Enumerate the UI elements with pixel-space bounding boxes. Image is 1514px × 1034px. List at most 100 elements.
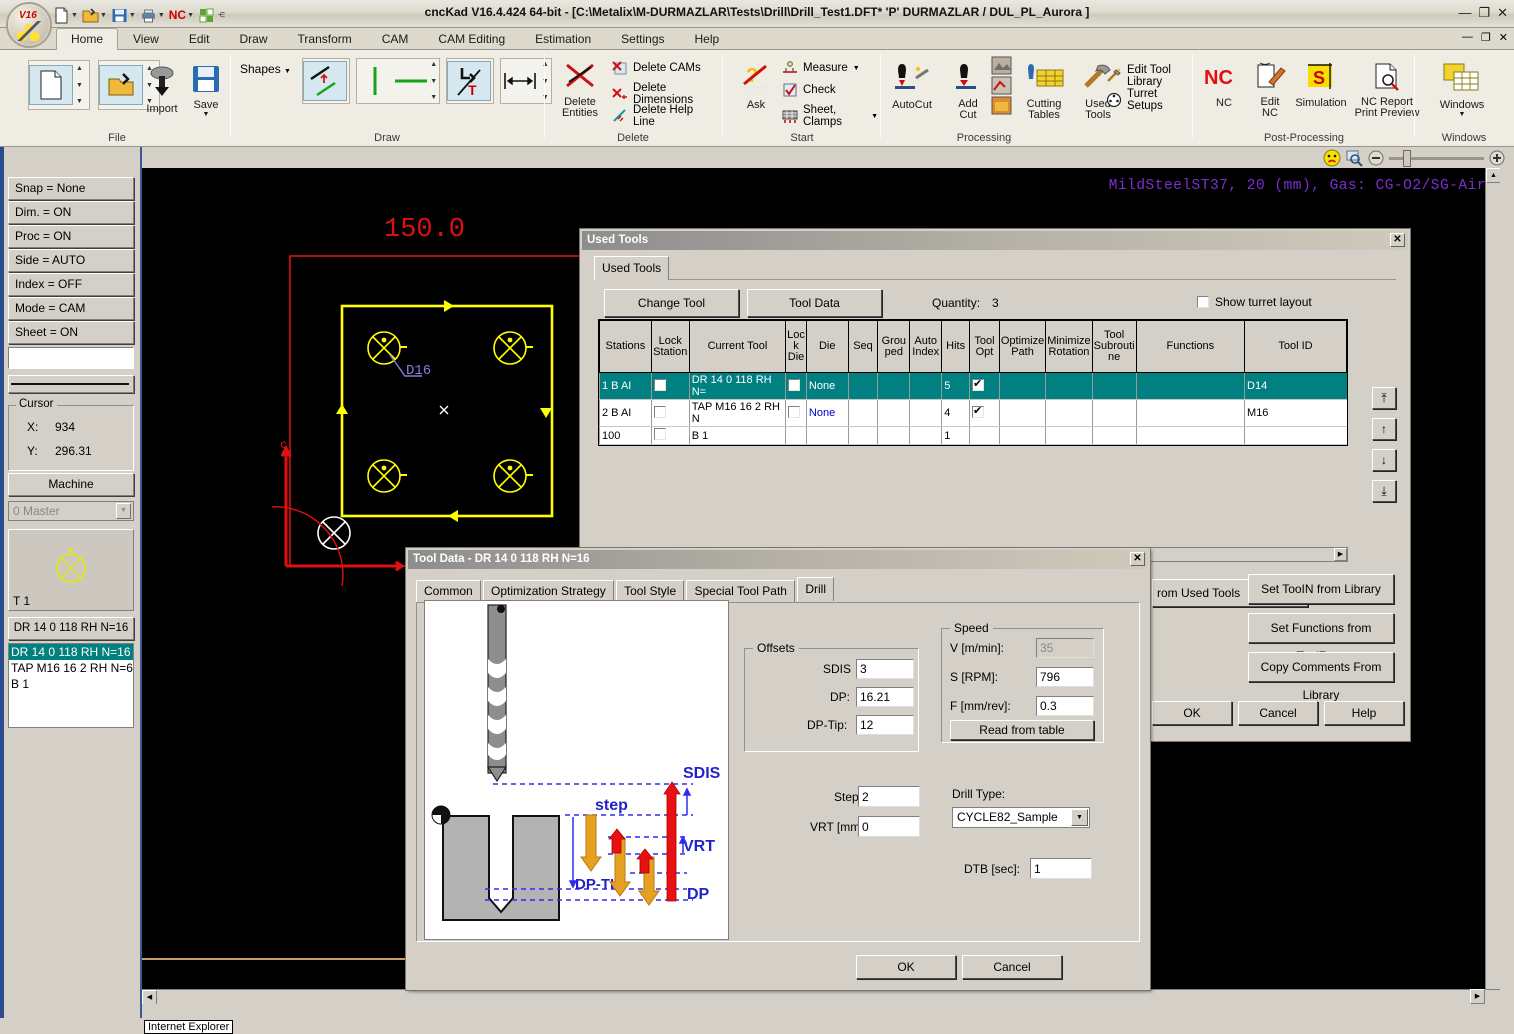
list-item[interactable]: B 1 bbox=[9, 676, 133, 692]
edit-tool-library-button[interactable]: Edit Tool Library bbox=[1106, 64, 1190, 88]
grid-button[interactable] bbox=[197, 7, 216, 24]
maximize-button[interactable]: ❐ bbox=[1478, 6, 1490, 19]
tab-view[interactable]: View bbox=[118, 28, 174, 50]
close-icon[interactable]: ✕ bbox=[1130, 552, 1145, 566]
vrt-input[interactable] bbox=[858, 816, 920, 837]
table-row[interactable]: 2 B AI TAP M16 16 2 RH N None 4 M16 bbox=[600, 400, 1347, 427]
tab-optimization-strategy[interactable]: Optimization Strategy bbox=[483, 580, 614, 602]
open-file-button[interactable]: ▼ bbox=[81, 7, 108, 24]
move-top-button[interactable]: ⤒ bbox=[1372, 387, 1396, 409]
scroll-right-button[interactable]: ▶ bbox=[1470, 989, 1485, 1004]
tool-data-tabstrip[interactable]: Common Optimization Strategy Tool Style … bbox=[416, 577, 1148, 598]
new-file-gallery[interactable]: ▲▼▼ bbox=[28, 60, 90, 110]
sidebar-item-mode[interactable]: Mode = CAM bbox=[8, 297, 134, 320]
window-controls[interactable]: — ❐ ✕ bbox=[1458, 6, 1508, 19]
dp-input[interactable] bbox=[856, 687, 914, 707]
windows-button[interactable]: Windows ▼ bbox=[1430, 62, 1494, 118]
scroll-up-button[interactable]: ▲ bbox=[1486, 168, 1500, 183]
change-tool-button[interactable]: Change Tool bbox=[604, 289, 739, 317]
sidebar-slider-track[interactable] bbox=[8, 375, 134, 393]
close-button[interactable]: ✕ bbox=[1497, 6, 1508, 19]
chevron-down-icon[interactable]: ▼ bbox=[178, 111, 234, 118]
sidebar-item-dim[interactable]: Dim. = ON bbox=[8, 201, 134, 224]
dimension-cell[interactable] bbox=[501, 61, 540, 101]
checkbox-box[interactable] bbox=[972, 379, 984, 391]
f-input[interactable] bbox=[1036, 696, 1094, 716]
minimize-button[interactable]: — bbox=[1458, 6, 1471, 19]
save-button[interactable]: Save ▼ bbox=[178, 64, 234, 118]
simulation-button[interactable]: S Simulation bbox=[1288, 62, 1354, 109]
scroll-right-button[interactable]: ▶ bbox=[1334, 548, 1347, 561]
chevron-down-icon[interactable]: ▼ bbox=[187, 12, 194, 19]
new-file-button[interactable]: ▼ bbox=[52, 7, 79, 24]
draw-line-gallery[interactable] bbox=[302, 58, 350, 104]
sidebar-item-side[interactable]: Side = AUTO bbox=[8, 249, 134, 272]
print-button[interactable]: ▼ bbox=[139, 7, 166, 24]
save-file-button[interactable]: ▼ bbox=[110, 7, 137, 24]
app-orb-button[interactable]: V16 bbox=[6, 2, 52, 48]
tab-cam[interactable]: CAM bbox=[367, 28, 424, 50]
drill-type-select[interactable]: CYCLE82_Sample ▼ bbox=[952, 807, 1090, 828]
chevron-down-icon[interactable]: ▼ bbox=[1071, 809, 1088, 826]
new-file-cell[interactable] bbox=[29, 65, 73, 105]
ask-button[interactable]: ? Ask bbox=[728, 62, 784, 111]
draw-text-cell[interactable]: T bbox=[447, 61, 491, 101]
draw-segment-gallery[interactable]: ▲▼▼ bbox=[356, 58, 440, 104]
tab-special-tool-path[interactable]: Special Tool Path bbox=[686, 580, 795, 602]
move-up-button[interactable]: ↑ bbox=[1372, 418, 1396, 440]
tab-cam-editing[interactable]: CAM Editing bbox=[423, 28, 520, 50]
draw-line-cell[interactable] bbox=[303, 61, 347, 101]
show-turret-layout-checkbox[interactable]: Show turret layout bbox=[1197, 295, 1312, 309]
tab-help[interactable]: Help bbox=[680, 28, 735, 50]
sidebar-item-sheet[interactable]: Sheet = ON bbox=[8, 321, 134, 344]
doc-minimize-button[interactable]: — bbox=[1462, 31, 1473, 44]
copy-comments-from-library-button[interactable]: Copy Comments From Library bbox=[1248, 652, 1394, 682]
current-tool-button[interactable]: DR 14 0 118 RH N=16 bbox=[8, 617, 134, 640]
tab-common[interactable]: Common bbox=[416, 580, 481, 602]
s-input[interactable] bbox=[1036, 667, 1094, 687]
ribbon-tab-bar[interactable]: Home View Edit Draw Transform CAM CAM Ed… bbox=[0, 28, 1514, 50]
horizontal-line-cell[interactable] bbox=[393, 61, 429, 101]
tab-used-tools[interactable]: Used Tools bbox=[594, 256, 669, 280]
chevron-down-icon[interactable]: ▼ bbox=[158, 12, 165, 19]
chevron-down-icon[interactable]: ▼ bbox=[284, 68, 291, 75]
draw-segment-spinner[interactable]: ▲▼▼ bbox=[428, 61, 439, 101]
tab-edit[interactable]: Edit bbox=[174, 28, 225, 50]
tab-transform[interactable]: Transform bbox=[283, 28, 367, 50]
used-tools-tabstrip[interactable]: Used Tools bbox=[594, 256, 1408, 277]
chevron-down-icon[interactable]: ▼ bbox=[129, 12, 136, 19]
scroll-left-button[interactable]: ◀ bbox=[142, 990, 157, 1004]
sad-face-icon[interactable] bbox=[1323, 149, 1341, 167]
zoom-slider-handle[interactable] bbox=[1403, 150, 1411, 167]
sidebar-item-index[interactable]: Index = OFF bbox=[8, 273, 134, 296]
shapes-dropdown[interactable]: Shapes ▼ bbox=[240, 62, 291, 76]
delete-dimensions-button[interactable]: Delete Dimensions bbox=[612, 82, 718, 106]
list-item[interactable]: DR 14 0 118 RH N=16 bbox=[9, 644, 133, 660]
canvas-horizontal-scrollbar[interactable]: ◀ ▶ bbox=[142, 989, 1500, 1004]
step-input[interactable] bbox=[858, 786, 920, 807]
new-file-spinner[interactable]: ▲▼▼ bbox=[73, 65, 86, 105]
dp-tip-input[interactable] bbox=[856, 715, 914, 735]
set-tooln-from-library-button[interactable]: Set TooIN from Library bbox=[1248, 574, 1394, 604]
vertical-line-cell[interactable] bbox=[357, 61, 393, 101]
move-down-button[interactable]: ↓ bbox=[1372, 449, 1396, 471]
dtb-input[interactable] bbox=[1030, 858, 1092, 879]
check-button[interactable]: Check bbox=[782, 82, 836, 98]
doc-restore-button[interactable]: ❐ bbox=[1481, 31, 1491, 44]
tool-list[interactable]: DR 14 0 118 RH N=16 TAP M16 16 2 RH N=6 … bbox=[8, 643, 134, 728]
measure-button[interactable]: Measure ▼ bbox=[782, 60, 860, 76]
sidebar-item-snap[interactable]: Snap = None bbox=[8, 177, 134, 200]
chevron-down-icon[interactable]: ▼ bbox=[116, 503, 131, 519]
tab-draw[interactable]: Draw bbox=[225, 28, 283, 50]
view-zoom-toolbar[interactable] bbox=[1323, 148, 1506, 168]
tab-estimation[interactable]: Estimation bbox=[520, 28, 606, 50]
checkbox-box[interactable] bbox=[972, 406, 984, 418]
used-tools-table[interactable]: Stations LockStation Current Tool LockDi… bbox=[598, 319, 1348, 446]
doc-close-button[interactable]: ✕ bbox=[1499, 31, 1508, 44]
tool-data-dialog[interactable]: Tool Data - DR 14 0 118 RH N=16 ✕ Common… bbox=[406, 548, 1150, 990]
checkbox-box[interactable] bbox=[788, 379, 800, 391]
internet-explorer-taskbar-item[interactable]: Internet Explorer bbox=[144, 1020, 233, 1034]
draw-text-gallery[interactable]: T bbox=[446, 58, 494, 104]
delete-entities-button[interactable]: Delete Entities bbox=[552, 62, 608, 119]
cutting-tables-button[interactable]: Cutting Tables bbox=[1016, 62, 1072, 121]
